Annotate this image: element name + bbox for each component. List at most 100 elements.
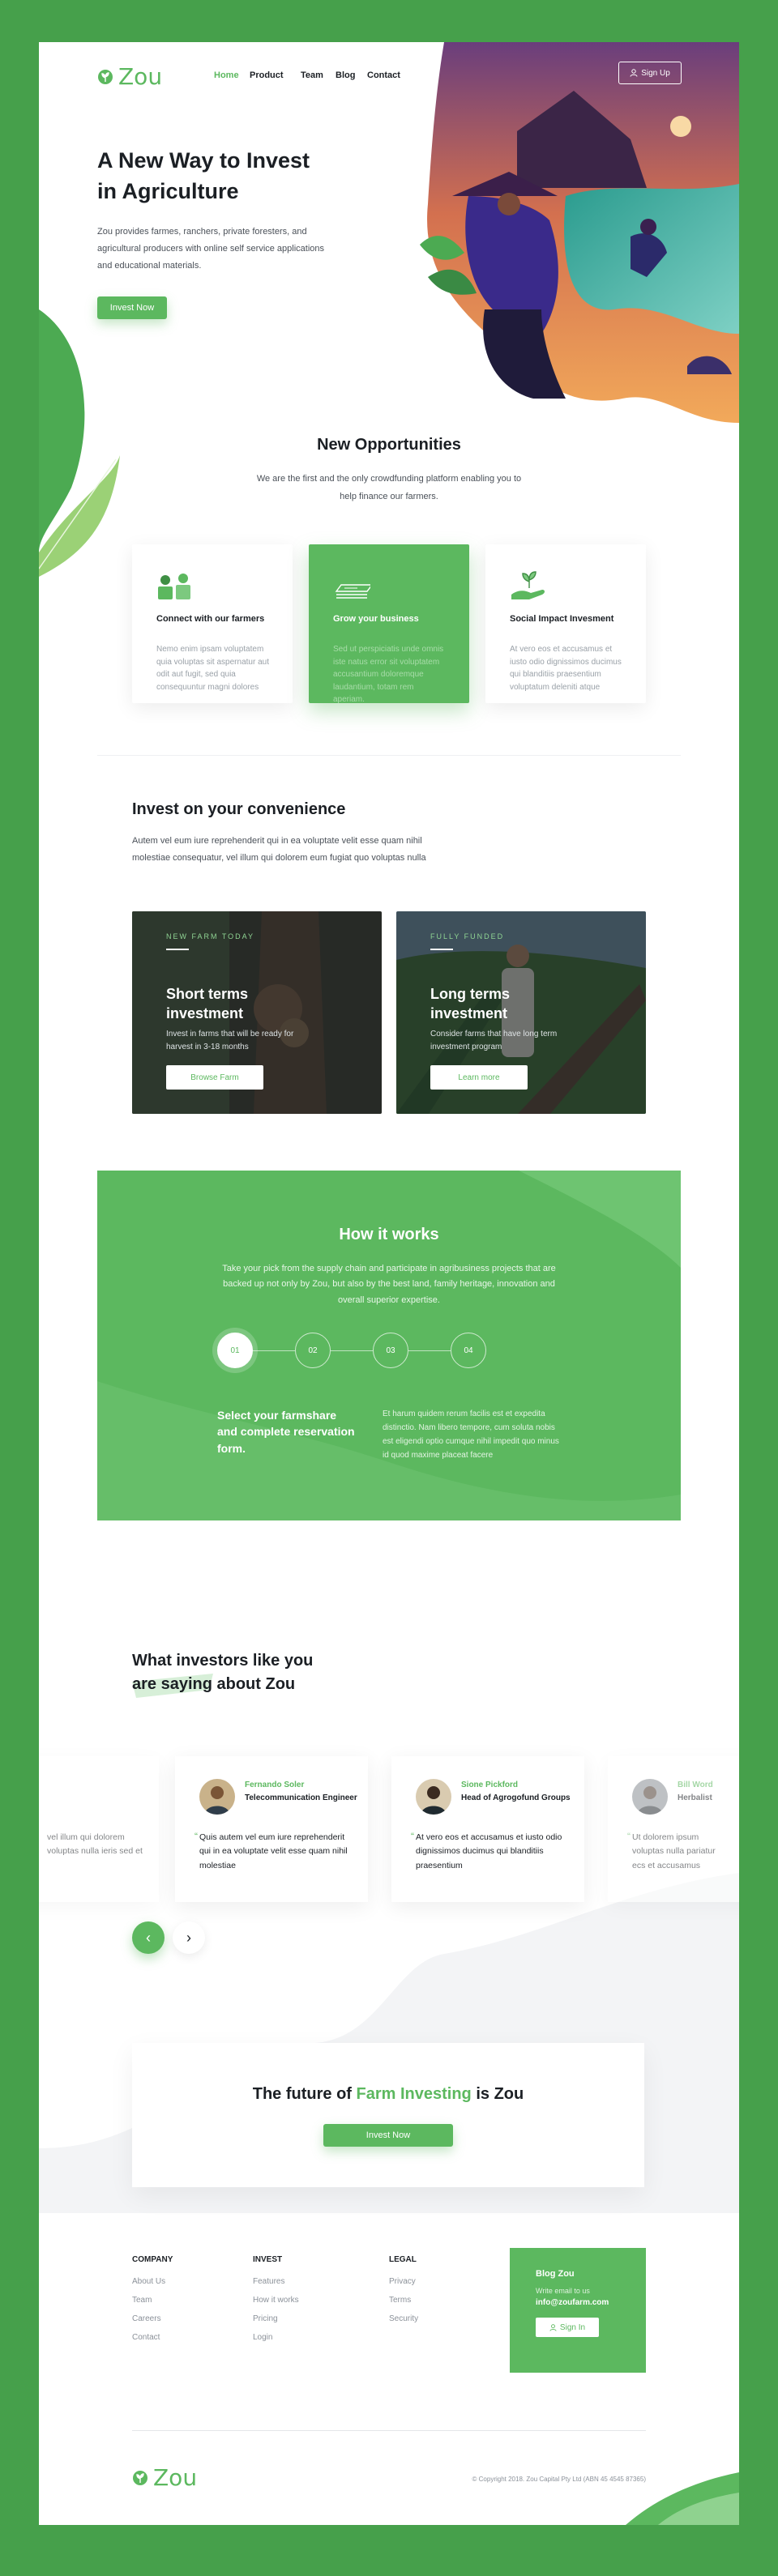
logo-text: Zou xyxy=(118,63,163,90)
nav-team[interactable]: Team xyxy=(301,70,323,80)
footer-heading: LEGAL xyxy=(389,2255,417,2264)
nav-blog[interactable]: Blog xyxy=(336,70,355,80)
cta-title-post: is Zou xyxy=(471,2085,524,2103)
signup-button[interactable]: Sign Up xyxy=(618,62,682,84)
avatar xyxy=(416,1779,451,1815)
testimonials-title: What investors like you are saying about… xyxy=(132,1649,313,1696)
logo-text: Zou xyxy=(153,2464,198,2491)
invest-description: Autem vel eum iure reprehenderit qui in … xyxy=(132,836,426,863)
carousel-next-button[interactable]: › xyxy=(173,1921,205,1954)
testimonial-name: Bill Word xyxy=(678,1781,713,1789)
hero-description: Zou provides farmes, ranchers, private f… xyxy=(97,227,325,271)
footer-wave-decoration xyxy=(626,2472,739,2525)
hero-invest-button[interactable]: Invest Now xyxy=(97,296,167,319)
testimonial-role: Head of Agrogofund Groups xyxy=(461,1793,571,1802)
invest-title: Invest on your convenience xyxy=(132,800,346,818)
testimonial-quote: At vero eos et accusamus et iusto odio d… xyxy=(416,1832,562,1870)
leaf-decoration-left xyxy=(39,309,120,577)
learn-more-button[interactable]: Learn more xyxy=(430,1065,528,1090)
card-title: Long terms investment xyxy=(430,986,511,1022)
blog-title: Blog Zou xyxy=(536,2269,575,2279)
how-title: How it works xyxy=(339,1226,439,1243)
card-description: Nemo enim ipsam voluptatem quia voluptas… xyxy=(156,645,269,692)
browse-farm-button[interactable]: Browse Farm xyxy=(166,1065,263,1090)
testimonials-title-line1: What investors like you xyxy=(132,1652,314,1670)
step-01[interactable]: 01 xyxy=(217,1333,253,1368)
card-tag: NEW FARM TODAY xyxy=(166,932,255,940)
quote-icon: “ xyxy=(411,1831,414,1842)
card-description: Invest in farms that will be ready for h… xyxy=(166,1030,294,1051)
footer-link-features[interactable]: Features xyxy=(253,2277,299,2286)
opportunities-title: New Opportunities xyxy=(317,436,461,454)
testimonial-card: Bill Word Herbalist “ Ut dolorem ipsum v… xyxy=(608,1756,739,1902)
testimonial-card: Sione Pickford Head of Agrogofund Groups… xyxy=(391,1756,584,1902)
long-term-card[interactable]: FULLY FUNDED Long terms investment Consi… xyxy=(396,911,646,1114)
footer-link-pricing[interactable]: Pricing xyxy=(253,2314,299,2323)
testimonial-quote: Quis autem vel eum iure reprehenderit qu… xyxy=(199,1832,348,1870)
testimonial-card: Fernando Soler Telecommunication Enginee… xyxy=(175,1756,368,1902)
footer-invest: INVEST Features How it works Pricing Log… xyxy=(253,2255,299,2352)
blog-label: Write email to us xyxy=(536,2287,590,2295)
footer-link-careers[interactable]: Careers xyxy=(132,2314,173,2323)
step-02[interactable]: 02 xyxy=(295,1333,331,1368)
signin-label: Sign In xyxy=(559,2322,586,2332)
step-connector xyxy=(253,1350,295,1351)
card-title: Grow your business xyxy=(333,614,419,624)
footer-link-how[interactable]: How it works xyxy=(253,2296,299,2305)
testimonials-title-line2: are saying about Zou xyxy=(132,1675,296,1693)
footer-link-terms[interactable]: Terms xyxy=(389,2296,418,2305)
hero-illustration xyxy=(420,42,739,423)
logo[interactable]: Zou xyxy=(97,63,162,90)
step-connector xyxy=(331,1350,373,1351)
card-social-impact[interactable]: Social Impact Invesment At vero eos et a… xyxy=(485,544,646,703)
step-title: Select your farmshare and complete reser… xyxy=(217,1409,355,1455)
footer-link-about[interactable]: About Us xyxy=(132,2277,173,2286)
card-grow-business[interactable]: Grow your business Sed ut perspiciatis u… xyxy=(309,544,469,704)
quote-icon: “ xyxy=(627,1831,631,1842)
footer-heading: INVEST xyxy=(253,2255,283,2264)
footer-company: COMPANY About Us Team Careers Contact xyxy=(132,2255,173,2352)
footer-logo[interactable]: Zou xyxy=(132,2464,197,2491)
card-title: Short terms investment xyxy=(166,986,249,1022)
blog-signin-button[interactable]: Sign In xyxy=(536,2318,599,2337)
section-divider xyxy=(97,755,681,756)
cta-title-pre: The future of xyxy=(252,2085,357,2103)
footer-link-login[interactable]: Login xyxy=(253,2333,299,2342)
card-description: Sed ut perspiciatis unde omnis iste natu… xyxy=(333,645,444,704)
footer-link-contact[interactable]: Contact xyxy=(132,2333,173,2342)
quote-icon: “ xyxy=(194,1831,198,1842)
card-description: At vero eos et accusamus et iusto odio d… xyxy=(510,645,622,692)
card-connect-farmers[interactable]: Connect with our farmers Nemo enim ipsam… xyxy=(132,544,293,703)
user-icon xyxy=(630,69,638,77)
card-tag: FULLY FUNDED xyxy=(430,932,505,940)
cta-invest-button[interactable]: Invest Now xyxy=(323,2124,453,2147)
footer-divider xyxy=(132,2430,646,2431)
footer-link-team[interactable]: Team xyxy=(132,2296,173,2305)
step-04[interactable]: 04 xyxy=(451,1333,486,1368)
testimonial-role: Telecommunication Engineer xyxy=(245,1793,357,1802)
cta-title: The future of Farm Investing is Zou xyxy=(132,2085,644,2104)
blog-email[interactable]: info@zoufarm.com xyxy=(536,2298,609,2307)
how-it-works-section: How it works Take your pick from the sup… xyxy=(97,1171,681,1520)
footer-link-privacy[interactable]: Privacy xyxy=(389,2277,418,2286)
nav-home[interactable]: Home xyxy=(214,70,239,80)
testimonial-quote: vel illum qui dolorem voluptas nulla ier… xyxy=(47,1832,143,1857)
blog-box: Blog Zou Write email to us info@zoufarm.… xyxy=(510,2248,646,2373)
footer-link-security[interactable]: Security xyxy=(389,2314,418,2323)
copyright: © Copyright 2018. Zou Capital Pty Ltd (A… xyxy=(472,2476,646,2483)
cta-box: The future of Farm Investing is Zou Inve… xyxy=(132,2043,644,2187)
money-stack-icon xyxy=(335,584,370,599)
opportunities-subtitle: We are the first and the only crowdfundi… xyxy=(256,474,522,501)
nav-contact[interactable]: Contact xyxy=(367,70,400,80)
card-description: Consider farms that have long term inves… xyxy=(430,1030,558,1051)
card-title: Connect with our farmers xyxy=(156,614,265,624)
card-title: Social Impact Invesment xyxy=(510,614,614,624)
short-term-card[interactable]: NEW FARM TODAY Short terms investment In… xyxy=(132,911,382,1114)
cta-title-highlight: Farm Investing xyxy=(356,2085,472,2103)
testimonial-card: vel illum qui dolorem voluptas nulla ier… xyxy=(39,1756,159,1902)
testimonial-quote: Ut dolorem ipsum voluptas nulla pariatur… xyxy=(632,1832,716,1870)
signup-label: Sign Up xyxy=(641,68,670,78)
nav-product[interactable]: Product xyxy=(250,70,284,80)
carousel-prev-button[interactable]: ‹ xyxy=(132,1921,165,1954)
step-03[interactable]: 03 xyxy=(373,1333,408,1368)
